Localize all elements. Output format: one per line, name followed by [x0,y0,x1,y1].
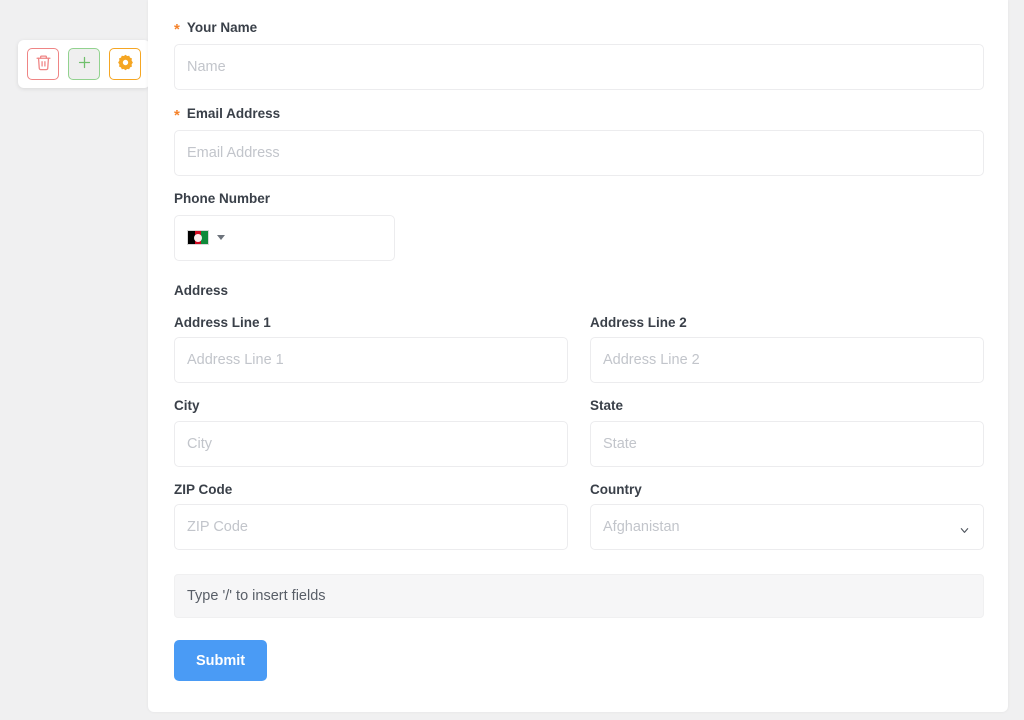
gear-icon [116,53,135,75]
city-state-row: City State [174,399,984,483]
zip-code-label: ZIP Code [174,481,233,497]
screen: * Your Name * Email Address Phone Number [0,0,1024,720]
address-line-2-input[interactable] [590,337,984,383]
zip-code-input[interactable] [174,504,568,550]
form-panel: * Your Name * Email Address Phone Number [148,0,1008,712]
field-phone-number: Phone Number [174,192,984,261]
field-state: State [590,399,984,467]
your-name-input[interactable] [174,44,984,90]
field-toolbar [18,40,159,88]
your-name-label-text: Your Name [186,19,258,35]
phone-number-label: Phone Number [174,192,984,206]
field-settings-button[interactable] [109,48,141,80]
address-lines-row: Address Line 1 Address Line 2 [174,314,984,400]
country-label: Country [590,481,642,497]
field-city: City [174,399,568,467]
email-address-input[interactable] [174,130,984,176]
field-address-line-2: Address Line 2 [590,314,984,383]
phone-country-selector[interactable] [174,214,395,261]
required-asterisk: * [174,107,180,124]
email-address-label: * Email Address [174,105,984,124]
zip-country-row: ZIP Code Country Afghanistan [174,481,984,567]
field-country: Country Afghanistan [590,481,984,550]
phone-number-label-text: Phone Number [174,191,271,206]
add-field-button[interactable] [68,48,100,80]
required-asterisk: * [174,21,180,38]
address-line-1-input[interactable] [174,337,568,383]
field-email-address: * Email Address [174,106,984,176]
state-input[interactable] [590,420,984,467]
email-address-label-text: Email Address [186,105,281,121]
city-label: City [174,398,200,413]
country-select-wrapper: Afghanistan [590,504,984,550]
state-label: State [590,398,624,413]
address-section-label: Address [174,282,229,298]
insert-fields-hint-bar[interactable]: Type '/' to insert fields [174,574,984,618]
address-line-2-label: Address Line 2 [590,314,687,330]
field-toolbar-buttons [18,40,150,88]
field-address-line-1: Address Line 1 [174,314,568,383]
submit-button[interactable]: Submit [174,640,268,681]
chevron-down-icon [217,235,225,240]
trash-icon [35,54,52,74]
delete-field-button[interactable] [27,48,59,80]
field-zip-code: ZIP Code [174,481,568,550]
country-select[interactable]: Afghanistan [590,504,984,550]
address-line-1-label: Address Line 1 [174,314,271,330]
field-your-name: * Your Name [174,20,984,90]
city-input[interactable] [174,420,568,467]
afghanistan-flag-icon [187,230,209,245]
plus-icon [76,54,93,74]
your-name-label: * Your Name [174,19,984,38]
